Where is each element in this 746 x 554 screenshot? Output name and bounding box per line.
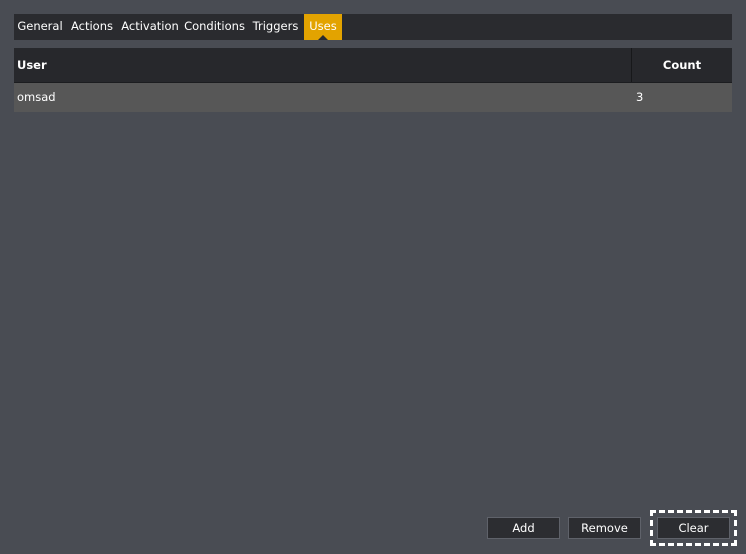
uses-table: User Count omsad 3 <box>14 48 732 112</box>
tab-bar: General Actions Activation Conditions Tr… <box>14 14 732 40</box>
add-button[interactable]: Add <box>487 517 560 539</box>
table-row[interactable]: omsad 3 <box>14 83 732 112</box>
table-header: User Count <box>14 48 732 83</box>
cell-count: 3 <box>636 90 644 104</box>
column-header-user[interactable]: User <box>14 48 631 82</box>
tab-activation[interactable]: Activation <box>118 14 182 40</box>
tab-conditions[interactable]: Conditions <box>182 14 247 40</box>
tab-general[interactable]: General <box>14 14 66 40</box>
remove-button[interactable]: Remove <box>568 517 641 539</box>
tab-triggers[interactable]: Triggers <box>247 14 304 40</box>
tab-uses[interactable]: Uses <box>304 14 342 40</box>
clear-button[interactable]: Clear <box>650 510 737 546</box>
column-header-count[interactable]: Count <box>631 48 732 82</box>
cell-user: omsad <box>17 90 56 104</box>
tab-actions[interactable]: Actions <box>66 14 118 40</box>
